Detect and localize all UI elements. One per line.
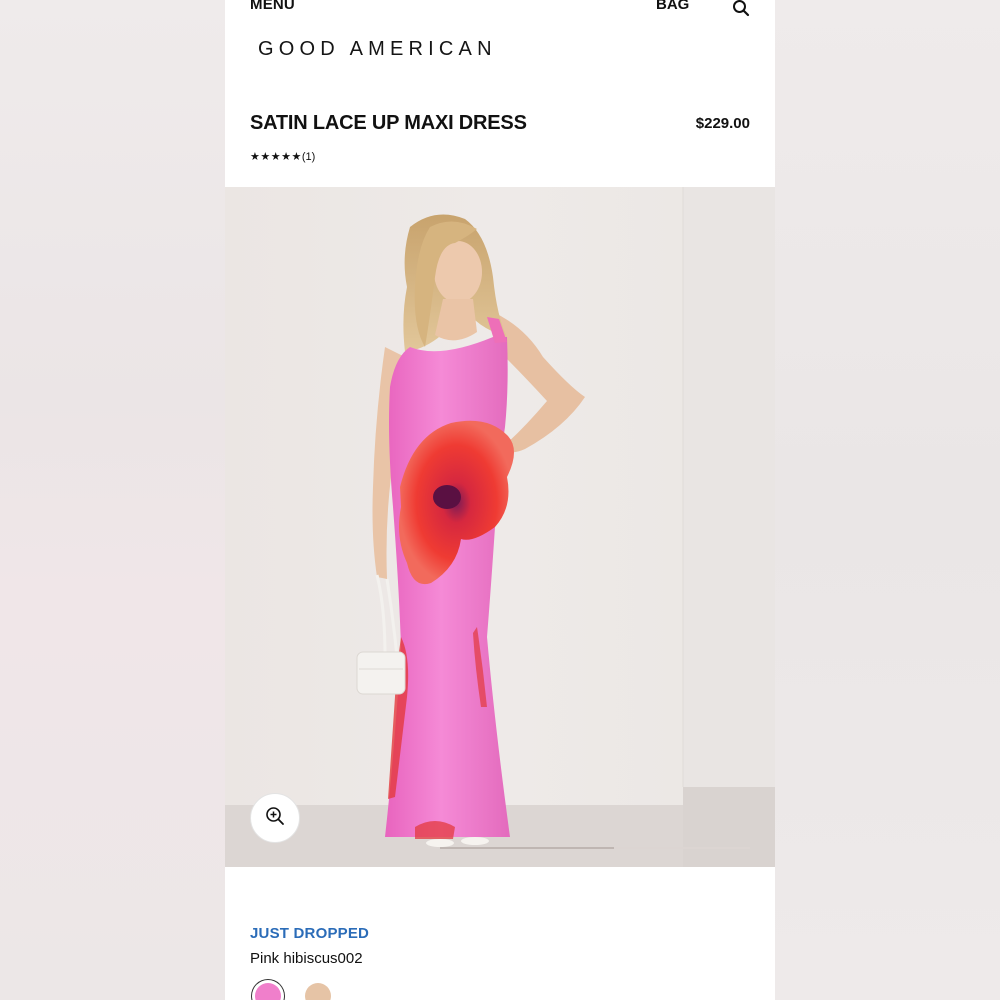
zoom-in-icon bbox=[264, 805, 286, 832]
product-rating[interactable]: ★★★★★ (1) bbox=[250, 150, 316, 164]
menu-button[interactable]: MENU bbox=[250, 0, 295, 13]
swatch-nude[interactable] bbox=[305, 983, 331, 1000]
bag-button[interactable]: BAG bbox=[656, 0, 689, 13]
zoom-button[interactable] bbox=[250, 793, 300, 843]
product-page: MENU BAG GOOD AMERICAN SATIN LACE UP MAX… bbox=[225, 0, 775, 1000]
brand-logo[interactable]: GOOD AMERICAN bbox=[258, 38, 497, 61]
product-image[interactable] bbox=[225, 187, 775, 867]
swatch-pink-hibiscus[interactable] bbox=[255, 983, 281, 1000]
right-background bbox=[775, 0, 1000, 1000]
search-icon[interactable] bbox=[731, 0, 751, 18]
rating-stars: ★★★★★ bbox=[250, 151, 302, 163]
selected-color-name: Pink hibiscus002 bbox=[250, 950, 363, 967]
product-title: SATIN LACE UP MAXI DRESS bbox=[250, 112, 527, 134]
top-nav: MENU BAG bbox=[225, 0, 775, 22]
product-price: $229.00 bbox=[695, 115, 750, 132]
status-badge: JUST DROPPED bbox=[250, 925, 370, 942]
left-background bbox=[0, 0, 225, 1000]
gallery-progress-thumb[interactable] bbox=[440, 847, 614, 849]
rating-count: (1) bbox=[301, 150, 316, 163]
